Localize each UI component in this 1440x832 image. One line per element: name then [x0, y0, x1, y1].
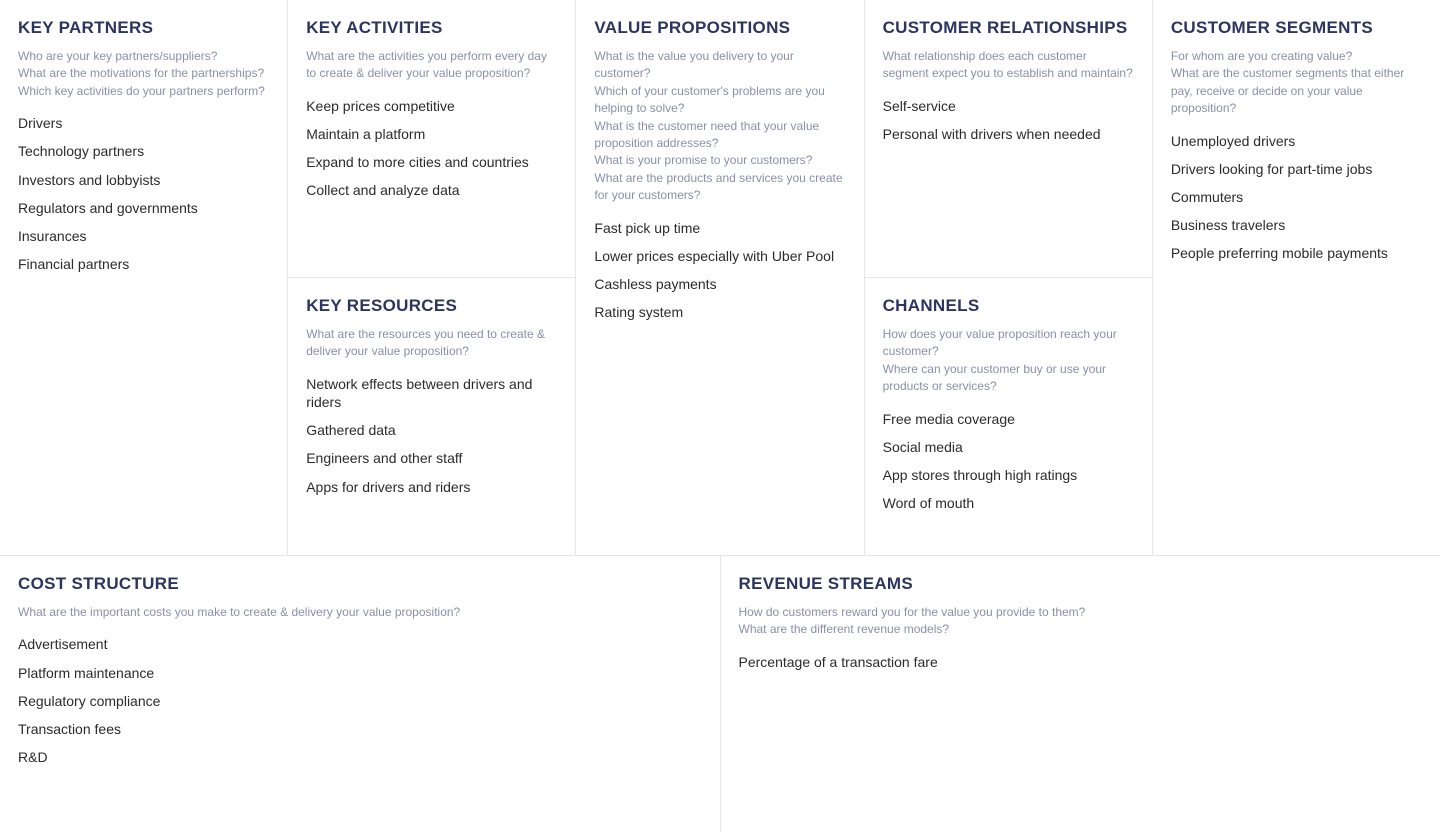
prompts-customer-relationships: What relationship does each customer seg…: [883, 48, 1134, 83]
canvas-bottom-row: COST STRUCTURE What are the important co…: [0, 556, 1440, 832]
cell-key-activities: KEY ACTIVITIES What are the activities y…: [288, 0, 575, 277]
prompt-line: What are the different revenue models?: [739, 621, 1423, 638]
list-item: Regulators and governments: [18, 199, 269, 217]
cell-cost-structure: COST STRUCTURE What are the important co…: [0, 556, 720, 832]
items-key-partners: Drivers Technology partners Investors an…: [18, 114, 269, 273]
title-value-propositions: VALUE PROPOSITIONS: [594, 18, 845, 38]
list-item: Platform maintenance: [18, 664, 702, 682]
list-item: Technology partners: [18, 142, 269, 160]
prompt-line: Who are your key partners/suppliers?: [18, 48, 269, 65]
prompt-line: Which of your customer's problems are yo…: [594, 83, 845, 118]
prompt-line: What is the customer need that your valu…: [594, 118, 845, 153]
list-item: Word of mouth: [883, 494, 1134, 512]
list-item: Apps for drivers and riders: [306, 478, 557, 496]
list-item: Fast pick up time: [594, 219, 845, 237]
items-cost-structure: Advertisement Platform maintenance Regul…: [18, 635, 702, 766]
list-item: Percentage of a transaction fare: [739, 653, 1423, 671]
prompt-line: What are the activities you perform ever…: [306, 48, 557, 83]
prompt-line: What are the customer segments that eith…: [1171, 65, 1422, 117]
list-item: Drivers looking for part-time jobs: [1171, 160, 1422, 178]
prompt-line: What relationship does each customer seg…: [883, 48, 1134, 83]
prompts-key-resources: What are the resources you need to creat…: [306, 326, 557, 361]
cell-key-partners: KEY PARTNERS Who are your key partners/s…: [0, 0, 287, 297]
title-key-resources: KEY RESOURCES: [306, 296, 557, 316]
items-revenue-streams: Percentage of a transaction fare: [739, 653, 1423, 671]
items-key-activities: Keep prices competitive Maintain a platf…: [306, 97, 557, 200]
list-item: Collect and analyze data: [306, 181, 557, 199]
title-key-partners: KEY PARTNERS: [18, 18, 269, 38]
prompt-line: How does your value proposition reach yo…: [883, 326, 1134, 361]
items-customer-segments: Unemployed drivers Drivers looking for p…: [1171, 132, 1422, 263]
prompt-line: How do customers reward you for the valu…: [739, 604, 1423, 621]
list-item: Advertisement: [18, 635, 702, 653]
cell-revenue-streams: REVENUE STREAMS How do customers reward …: [720, 556, 1440, 832]
list-item: Drivers: [18, 114, 269, 132]
prompt-line: What is the value you delivery to your c…: [594, 48, 845, 83]
prompt-line: Which key activities do your partners pe…: [18, 83, 269, 100]
items-customer-relationships: Self-service Personal with drivers when …: [883, 97, 1134, 143]
prompts-customer-segments: For whom are you creating value? What ar…: [1171, 48, 1422, 118]
business-model-canvas: KEY PARTNERS Who are your key partners/s…: [0, 0, 1440, 832]
cell-value-propositions: VALUE PROPOSITIONS What is the value you…: [576, 0, 863, 345]
cell-customer-relationships: CUSTOMER RELATIONSHIPS What relationship…: [865, 0, 1152, 277]
prompt-line: What are the motivations for the partner…: [18, 65, 269, 82]
list-item: Cashless payments: [594, 275, 845, 293]
list-item: Network effects between drivers and ride…: [306, 375, 557, 411]
prompt-line: For whom are you creating value?: [1171, 48, 1422, 65]
prompts-revenue-streams: How do customers reward you for the valu…: [739, 604, 1423, 639]
col-key-partners: KEY PARTNERS Who are your key partners/s…: [0, 0, 288, 555]
list-item: Regulatory compliance: [18, 692, 702, 710]
list-item: Self-service: [883, 97, 1134, 115]
cell-customer-segments: CUSTOMER SEGMENTS For whom are you creat…: [1153, 0, 1440, 287]
canvas-top-row: KEY PARTNERS Who are your key partners/s…: [0, 0, 1440, 556]
title-customer-segments: CUSTOMER SEGMENTS: [1171, 18, 1422, 38]
list-item: People preferring mobile payments: [1171, 244, 1422, 262]
col-relationships-channels: CUSTOMER RELATIONSHIPS What relationship…: [865, 0, 1153, 555]
cell-key-resources: KEY RESOURCES What are the resources you…: [288, 277, 575, 555]
list-item: Social media: [883, 438, 1134, 456]
list-item: Rating system: [594, 303, 845, 321]
list-item: R&D: [18, 748, 702, 766]
title-channels: CHANNELS: [883, 296, 1134, 316]
list-item: Maintain a platform: [306, 125, 557, 143]
list-item: Keep prices competitive: [306, 97, 557, 115]
list-item: Personal with drivers when needed: [883, 125, 1134, 143]
prompts-cost-structure: What are the important costs you make to…: [18, 604, 702, 621]
col-customer-segments: CUSTOMER SEGMENTS For whom are you creat…: [1153, 0, 1440, 555]
prompts-key-activities: What are the activities you perform ever…: [306, 48, 557, 83]
prompt-line: What are the important costs you make to…: [18, 604, 702, 621]
list-item: Expand to more cities and countries: [306, 153, 557, 171]
col-value-propositions: VALUE PROPOSITIONS What is the value you…: [576, 0, 864, 555]
prompts-channels: How does your value proposition reach yo…: [883, 326, 1134, 396]
list-item: Financial partners: [18, 255, 269, 273]
prompt-line: What is your promise to your customers?: [594, 152, 845, 169]
list-item: Lower prices especially with Uber Pool: [594, 247, 845, 265]
list-item: Commuters: [1171, 188, 1422, 206]
list-item: Engineers and other staff: [306, 449, 557, 467]
title-revenue-streams: REVENUE STREAMS: [739, 574, 1423, 594]
list-item: Free media coverage: [883, 410, 1134, 428]
prompt-line: What are the resources you need to creat…: [306, 326, 557, 361]
prompts-value-propositions: What is the value you delivery to your c…: [594, 48, 845, 205]
cell-channels: CHANNELS How does your value proposition…: [865, 277, 1152, 555]
title-cost-structure: COST STRUCTURE: [18, 574, 702, 594]
list-item: Business travelers: [1171, 216, 1422, 234]
list-item: Insurances: [18, 227, 269, 245]
items-value-propositions: Fast pick up time Lower prices especiall…: [594, 219, 845, 322]
list-item: Gathered data: [306, 421, 557, 439]
items-channels: Free media coverage Social media App sto…: [883, 410, 1134, 513]
list-item: App stores through high ratings: [883, 466, 1134, 484]
title-customer-relationships: CUSTOMER RELATIONSHIPS: [883, 18, 1134, 38]
prompts-key-partners: Who are your key partners/suppliers? Wha…: [18, 48, 269, 100]
col-activities-resources: KEY ACTIVITIES What are the activities y…: [288, 0, 576, 555]
list-item: Transaction fees: [18, 720, 702, 738]
items-key-resources: Network effects between drivers and ride…: [306, 375, 557, 496]
list-item: Unemployed drivers: [1171, 132, 1422, 150]
title-key-activities: KEY ACTIVITIES: [306, 18, 557, 38]
prompt-line: What are the products and services you c…: [594, 170, 845, 205]
list-item: Investors and lobbyists: [18, 171, 269, 189]
prompt-line: Where can your customer buy or use your …: [883, 361, 1134, 396]
